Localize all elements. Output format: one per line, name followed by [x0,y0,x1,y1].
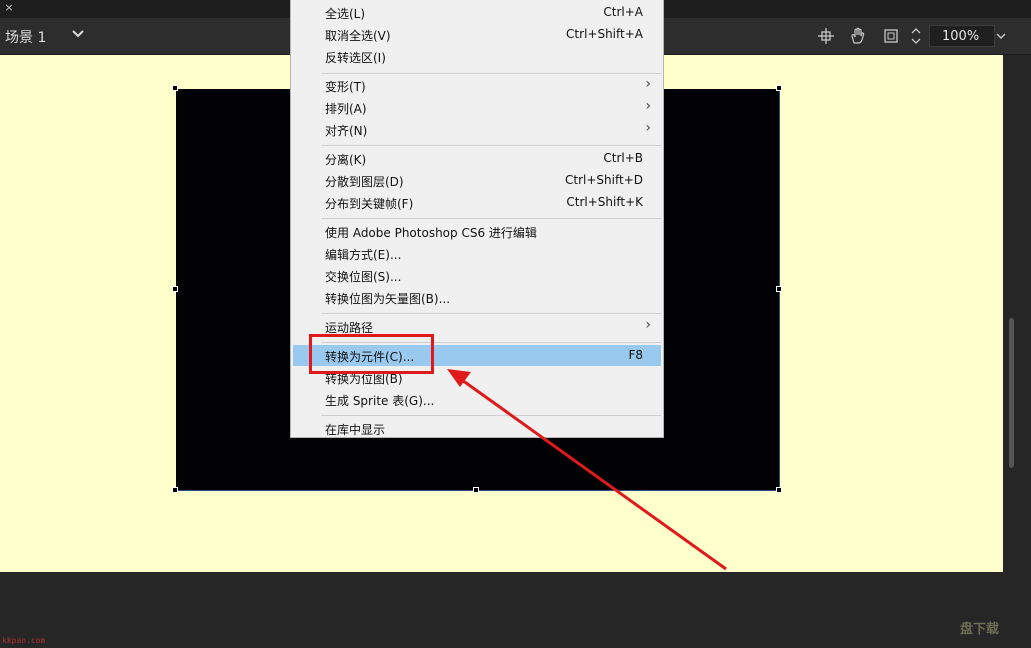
chevron-down-icon[interactable] [70,25,86,43]
watermark-logo: 盘下载 [960,622,1000,637]
transform-handle[interactable] [776,487,782,493]
menu-separator [321,415,661,416]
zoom-dropdown-icon[interactable] [993,25,1009,47]
menu-item-swap-bitmap[interactable]: 交换位图(S)... [291,265,663,286]
scene-name: 场景 1 [5,30,47,46]
submenu-arrow-icon: › [645,120,651,136]
transform-handle[interactable] [473,487,479,493]
vertical-scrollbar[interactable] [1005,55,1019,572]
submenu-arrow-icon: › [645,98,651,114]
menu-item-generate-sprite-sheet[interactable]: 生成 Sprite 表(G)... [291,389,663,410]
submenu-arrow-icon: › [645,317,651,333]
menu-item-edit-with-photoshop[interactable]: 使用 Adobe Photoshop CS6 进行编辑 [291,221,663,242]
menu-item-arrange[interactable]: 排列(A) › [291,97,663,118]
menu-separator [321,313,661,314]
transform-handle[interactable] [776,286,782,292]
transform-handle[interactable] [172,85,178,91]
scrollbar-thumb[interactable] [1009,318,1014,468]
close-tab-icon[interactable]: × [2,1,16,15]
menu-item-show-in-library[interactable]: 在库中显示 [291,418,663,439]
menu-item-deselect-all[interactable]: 取消全选(V) Ctrl+Shift+A [291,24,663,45]
menu-item-select-all[interactable]: 全选(L) Ctrl+A [291,2,663,23]
menu-item-distribute-to-layers[interactable]: 分散到图层(D) Ctrl+Shift+D [291,170,663,191]
menu-item-invert-selection[interactable]: 反转选区(I) [291,46,663,67]
menu-item-edit-with[interactable]: 编辑方式(E)... [291,243,663,264]
menu-item-transform[interactable]: 变形(T) › [291,75,663,96]
menu-item-distribute-to-keyframes[interactable]: 分布到关键帧(F) Ctrl+Shift+K [291,192,663,213]
clip-stage-icon[interactable] [882,27,900,45]
center-stage-icon[interactable] [817,27,835,45]
menu-separator [321,145,661,146]
transform-handle[interactable] [172,286,178,292]
hand-tool-icon[interactable] [849,27,867,45]
zoom-stepper-icon[interactable] [908,25,924,47]
menu-item-trace-bitmap[interactable]: 转换位图为矢量图(B)... [291,287,663,308]
menu-separator [321,73,661,74]
submenu-arrow-icon: › [645,76,651,92]
menu-separator [321,218,661,219]
annotation-highlight-box [309,334,434,374]
zoom-field[interactable]: 100% [929,25,995,47]
transform-handle[interactable] [776,85,782,91]
menu-item-align[interactable]: 对齐(N) › [291,119,663,140]
transform-handle[interactable] [172,487,178,493]
watermark-url: kkpan.com [2,636,46,645]
menu-item-break-apart[interactable]: 分离(K) Ctrl+B [291,148,663,169]
